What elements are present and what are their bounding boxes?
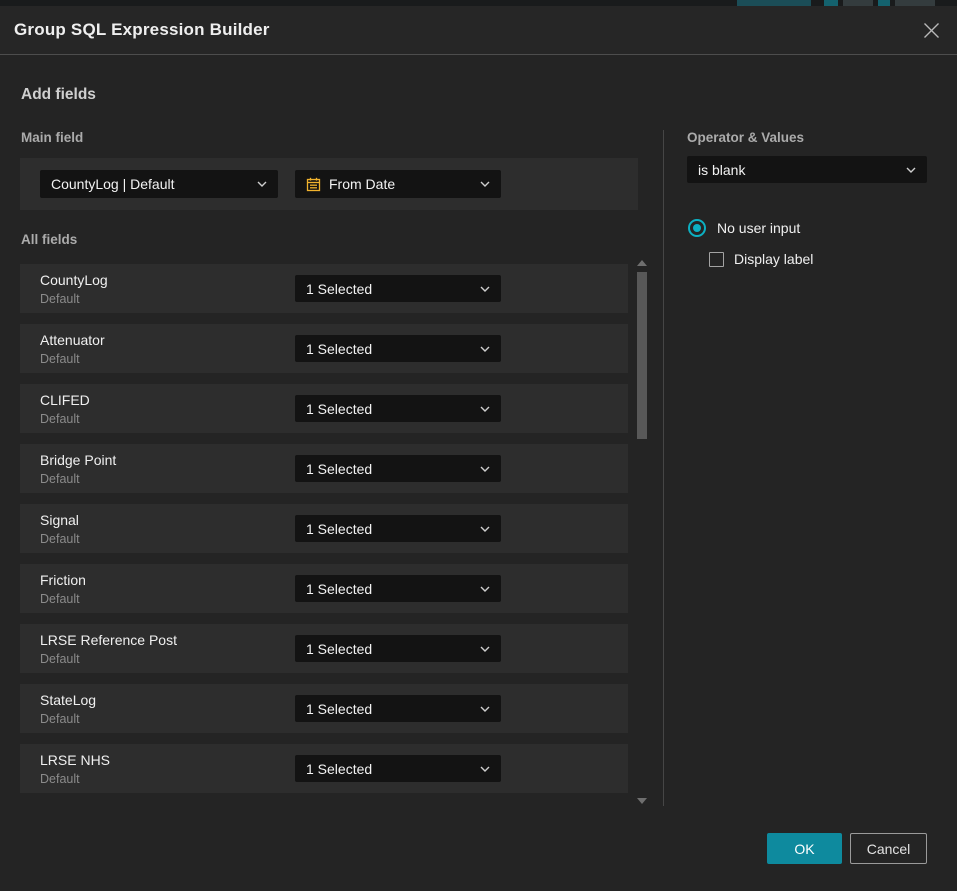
chevron-down-icon bbox=[480, 466, 490, 472]
no-user-input-radio[interactable]: No user input bbox=[688, 219, 800, 237]
field-row: LRSE Reference Post Default 1 Selected bbox=[20, 624, 628, 673]
field-name: CLIFED bbox=[40, 392, 90, 408]
field-name: StateLog bbox=[40, 692, 96, 708]
all-fields-label: All fields bbox=[21, 232, 77, 247]
list-scrollbar[interactable] bbox=[636, 258, 648, 808]
field-row: Bridge Point Default 1 Selected bbox=[20, 444, 628, 493]
radio-selected-icon bbox=[688, 219, 706, 237]
field-selection-value: 1 Selected bbox=[306, 581, 474, 597]
chevron-down-icon bbox=[906, 167, 916, 173]
field-row: CountyLog Default 1 Selected bbox=[20, 264, 628, 313]
field-selection-dropdown[interactable]: 1 Selected bbox=[295, 515, 501, 542]
scroll-down-arrow-icon[interactable] bbox=[637, 798, 647, 804]
operator-select[interactable]: is blank bbox=[687, 156, 927, 183]
field-selection-value: 1 Selected bbox=[306, 461, 474, 477]
chevron-down-icon bbox=[480, 286, 490, 292]
field-selection-value: 1 Selected bbox=[306, 281, 474, 297]
cancel-button[interactable]: Cancel bbox=[850, 833, 927, 864]
calendar-icon bbox=[306, 177, 321, 192]
field-row: CLIFED Default 1 Selected bbox=[20, 384, 628, 433]
field-row: StateLog Default 1 Selected bbox=[20, 684, 628, 733]
field-name: Friction bbox=[40, 572, 86, 588]
field-select[interactable]: From Date bbox=[295, 170, 501, 198]
field-selection-dropdown[interactable]: 1 Selected bbox=[295, 455, 501, 482]
field-type: Default bbox=[40, 412, 80, 426]
operator-select-value: is blank bbox=[698, 162, 900, 178]
chevron-down-icon bbox=[480, 526, 490, 532]
field-type: Default bbox=[40, 592, 80, 606]
scroll-up-arrow-icon[interactable] bbox=[637, 260, 647, 266]
field-type: Default bbox=[40, 292, 80, 306]
chevron-down-icon bbox=[480, 586, 490, 592]
field-type: Default bbox=[40, 352, 80, 366]
field-row: Signal Default 1 Selected bbox=[20, 504, 628, 553]
chevron-down-icon bbox=[480, 706, 490, 712]
field-type: Default bbox=[40, 532, 80, 546]
field-type: Default bbox=[40, 772, 80, 786]
field-name: CountyLog bbox=[40, 272, 108, 288]
chevron-down-icon bbox=[480, 766, 490, 772]
dialog-title: Group SQL Expression Builder bbox=[14, 20, 270, 40]
field-name: Signal bbox=[40, 512, 79, 528]
field-selection-value: 1 Selected bbox=[306, 341, 474, 357]
main-field-label: Main field bbox=[21, 130, 83, 145]
field-selection-dropdown[interactable]: 1 Selected bbox=[295, 335, 501, 362]
chevron-down-icon bbox=[480, 406, 490, 412]
field-selection-dropdown[interactable]: 1 Selected bbox=[295, 395, 501, 422]
panel-divider bbox=[663, 130, 664, 806]
all-fields-list: CountyLog Default 1 Selected Attenuator … bbox=[20, 264, 628, 804]
dialog-header: Group SQL Expression Builder bbox=[0, 6, 957, 55]
field-type: Default bbox=[40, 712, 80, 726]
no-user-input-label: No user input bbox=[717, 220, 800, 236]
field-selection-value: 1 Selected bbox=[306, 401, 474, 417]
field-name: Attenuator bbox=[40, 332, 105, 348]
field-selection-value: 1 Selected bbox=[306, 641, 474, 657]
field-selection-dropdown[interactable]: 1 Selected bbox=[295, 695, 501, 722]
display-label-checkbox[interactable]: Display label bbox=[709, 251, 813, 267]
field-row: Attenuator Default 1 Selected bbox=[20, 324, 628, 373]
layer-select-value: CountyLog | Default bbox=[51, 176, 251, 192]
operator-values-label: Operator & Values bbox=[687, 130, 804, 145]
chevron-down-icon bbox=[480, 181, 490, 187]
main-field-container: CountyLog | Default From Date bbox=[20, 158, 638, 210]
field-row: Friction Default 1 Selected bbox=[20, 564, 628, 613]
field-selection-value: 1 Selected bbox=[306, 761, 474, 777]
field-name: LRSE Reference Post bbox=[40, 632, 177, 648]
chevron-down-icon bbox=[257, 181, 267, 187]
field-selection-value: 1 Selected bbox=[306, 701, 474, 717]
field-selection-dropdown[interactable]: 1 Selected bbox=[295, 635, 501, 662]
ok-button[interactable]: OK bbox=[767, 833, 842, 864]
field-selection-dropdown[interactable]: 1 Selected bbox=[295, 575, 501, 602]
chevron-down-icon bbox=[480, 646, 490, 652]
field-select-value: From Date bbox=[329, 176, 474, 192]
field-row: LRSE NHS Default 1 Selected bbox=[20, 744, 628, 793]
field-type: Default bbox=[40, 472, 80, 486]
field-selection-dropdown[interactable]: 1 Selected bbox=[295, 275, 501, 302]
close-icon[interactable] bbox=[919, 18, 943, 42]
field-name: Bridge Point bbox=[40, 452, 116, 468]
group-sql-expression-builder-dialog: Group SQL Expression Builder Add fields … bbox=[0, 6, 957, 891]
field-selection-dropdown[interactable]: 1 Selected bbox=[295, 755, 501, 782]
layer-select[interactable]: CountyLog | Default bbox=[40, 170, 278, 198]
chevron-down-icon bbox=[480, 346, 490, 352]
field-name: LRSE NHS bbox=[40, 752, 110, 768]
checkbox-unchecked-icon bbox=[709, 252, 724, 267]
field-selection-value: 1 Selected bbox=[306, 521, 474, 537]
display-label-text: Display label bbox=[734, 251, 813, 267]
add-fields-heading: Add fields bbox=[21, 86, 96, 104]
scrollbar-thumb[interactable] bbox=[637, 272, 647, 439]
field-type: Default bbox=[40, 652, 80, 666]
